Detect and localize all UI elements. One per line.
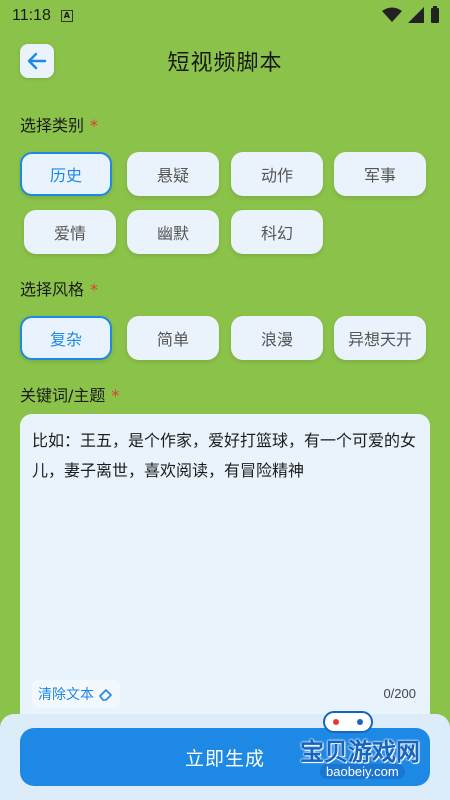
status-time: 11:18 bbox=[12, 7, 51, 24]
status-bar: 11:18 A bbox=[0, 0, 450, 32]
category-chip-action[interactable]: 动作 bbox=[231, 152, 323, 196]
category-chip-suspense[interactable]: 悬疑 bbox=[127, 152, 219, 196]
battery-icon bbox=[431, 6, 439, 23]
keywords-textarea[interactable]: 比如：王五，是个作家，爱好打篮球，有一个可爱的女儿，妻子离世，喜欢阅读，有冒险精… bbox=[20, 414, 430, 714]
keywords-label: 关键词/主题 * bbox=[20, 382, 119, 406]
style-label: 选择风格 * bbox=[20, 276, 98, 300]
category-chip-military[interactable]: 军事 bbox=[334, 152, 426, 196]
clear-text-label: 清除文本 bbox=[38, 687, 94, 703]
a-icon: A bbox=[60, 10, 73, 22]
category-chip-romance[interactable]: 爱情 bbox=[24, 210, 116, 254]
watermark-logo: 宝贝游戏网 baobeiy.com bbox=[296, 706, 446, 792]
category-chip-history[interactable]: 历史 bbox=[20, 152, 112, 196]
eraser-icon bbox=[99, 689, 112, 701]
watermark-url: baobeiy.com bbox=[320, 764, 405, 779]
required-mark: * bbox=[90, 116, 99, 135]
style-chip-simple[interactable]: 简单 bbox=[127, 316, 219, 360]
style-chip-romantic[interactable]: 浪漫 bbox=[231, 316, 323, 360]
category-chip-scifi[interactable]: 科幻 bbox=[231, 210, 323, 254]
clear-text-button[interactable]: 清除文本 bbox=[32, 680, 120, 708]
signal-icon bbox=[408, 7, 424, 23]
status-icons bbox=[382, 6, 440, 24]
keywords-placeholder: 比如：王五，是个作家，爱好打篮球，有一个可爱的女儿，妻子离世，喜欢阅读，有冒险精… bbox=[32, 431, 417, 480]
style-chip-complex[interactable]: 复杂 bbox=[20, 316, 112, 360]
keywords-label-text: 关键词/主题 bbox=[20, 386, 106, 405]
category-label-text: 选择类别 bbox=[20, 116, 85, 135]
wifi-icon bbox=[382, 7, 402, 22]
watermark-title: 宝贝游戏网 bbox=[300, 738, 420, 766]
required-mark: * bbox=[111, 386, 120, 405]
style-chip-whimsical[interactable]: 异想天开 bbox=[334, 316, 426, 360]
style-label-text: 选择风格 bbox=[20, 280, 85, 299]
category-label: 选择类别 * bbox=[20, 112, 98, 136]
char-counter: 0/200 bbox=[383, 686, 416, 701]
category-chip-humor[interactable]: 幽默 bbox=[127, 210, 219, 254]
required-mark: * bbox=[90, 280, 99, 299]
page-title: 短视频脚本 bbox=[167, 51, 283, 76]
